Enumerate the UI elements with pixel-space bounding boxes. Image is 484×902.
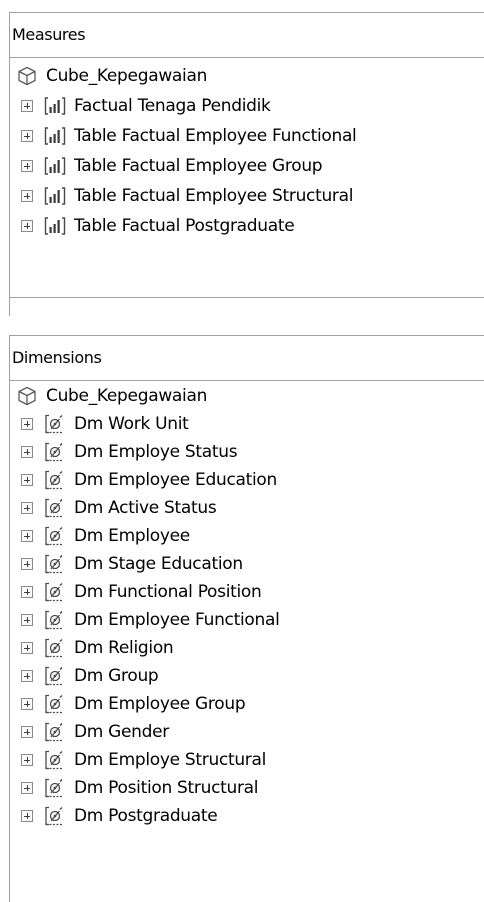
expand-plus-icon[interactable] — [21, 130, 33, 142]
expand-plus-icon[interactable] — [21, 530, 33, 542]
dimension-icon — [44, 442, 66, 462]
tree-node-label: Dm Stage Education — [74, 553, 243, 574]
expand-plus-icon[interactable] — [21, 160, 33, 172]
expand-plus-icon[interactable] — [21, 670, 33, 682]
dimension-icon — [44, 750, 66, 770]
expand-plus-icon[interactable] — [21, 502, 33, 514]
measure-group-icon — [44, 126, 66, 146]
tree-node[interactable]: Dm Stage Education — [17, 550, 484, 578]
tree-node-label: Cube_Kepegawaian — [46, 65, 208, 86]
tree-node-label: Table Factual Employee Structural — [74, 185, 354, 206]
tree-node[interactable]: Table Factual Employee Functional — [17, 121, 484, 151]
measure-group-icon — [44, 186, 66, 206]
dimension-icon — [44, 638, 66, 658]
tree-root-node[interactable]: Cube_Kepegawaian — [17, 61, 484, 91]
dimensions-panel: Dimensions Cube_Kepegawaian Dm Work Unit D… — [9, 335, 484, 902]
tree-node[interactable]: Dm Employe Status — [17, 438, 484, 466]
dimensions-tree[interactable]: Cube_Kepegawaian Dm Work Unit Dm Employe S… — [10, 381, 484, 830]
expand-plus-icon[interactable] — [21, 474, 33, 486]
measures-header: Measures — [10, 13, 484, 58]
expand-plus-icon[interactable] — [21, 418, 33, 430]
tree-node-label: Table Factual Postgraduate — [74, 215, 295, 236]
dimension-icon — [44, 498, 66, 518]
dimension-icon — [44, 806, 66, 826]
tree-node-label: Dm Employee — [74, 525, 190, 546]
expand-plus-icon[interactable] — [21, 754, 33, 766]
tree-node-label: Dm Postgraduate — [74, 805, 218, 826]
expand-plus-icon[interactable] — [21, 810, 33, 822]
expand-plus-icon[interactable] — [21, 726, 33, 738]
tree-node[interactable]: Dm Religion — [17, 634, 484, 662]
measure-group-icon — [44, 156, 66, 176]
measures-panel: Measures Cube_Kepegawaian Factual Tenaga … — [9, 12, 484, 298]
tree-node[interactable]: Dm Employee Education — [17, 466, 484, 494]
tree-node[interactable]: Dm Gender — [17, 718, 484, 746]
tree-node-label: Dm Employe Status — [74, 441, 238, 462]
expand-plus-icon[interactable] — [21, 220, 33, 232]
expand-plus-icon[interactable] — [21, 100, 33, 112]
tree-node[interactable]: Table Factual Employee Structural — [17, 181, 484, 211]
measures-tree[interactable]: Cube_Kepegawaian Factual Tenaga Pendidik T… — [10, 58, 484, 297]
tree-node-label: Dm Gender — [74, 721, 170, 742]
tree-node[interactable]: Dm Group — [17, 662, 484, 690]
tree-node-label: Dm Employee Functional — [74, 609, 280, 630]
expand-plus-icon[interactable] — [21, 586, 33, 598]
tree-node-label: Factual Tenaga Pendidik — [74, 95, 271, 116]
tree-node-label: Table Factual Employee Group — [74, 155, 323, 176]
measure-group-icon — [44, 216, 66, 236]
tree-node-label: Dm Work Unit — [74, 413, 189, 434]
tree-node-label: Dm Functional Position — [74, 581, 262, 602]
tree-node[interactable]: Dm Employe Structural — [17, 746, 484, 774]
dimension-icon — [44, 554, 66, 574]
tree-node-label: Table Factual Employee Functional — [74, 125, 357, 146]
tree-node[interactable]: Dm Functional Position — [17, 578, 484, 606]
dimension-icon — [44, 610, 66, 630]
tree-node-label: Dm Active Status — [74, 497, 217, 518]
expand-plus-icon[interactable] — [21, 642, 33, 654]
expand-plus-icon[interactable] — [21, 190, 33, 202]
dimension-icon — [44, 722, 66, 742]
tree-node[interactable]: Table Factual Postgraduate — [17, 211, 484, 241]
tree-node[interactable]: Dm Work Unit — [17, 410, 484, 438]
cube-icon — [17, 66, 37, 86]
tree-node[interactable]: Dm Postgraduate — [17, 802, 484, 830]
dimension-icon — [44, 694, 66, 714]
panel-divider — [9, 298, 10, 316]
tree-node[interactable]: Dm Employee — [17, 522, 484, 550]
tree-node[interactable]: Dm Employee Group — [17, 690, 484, 718]
measure-group-icon — [44, 96, 66, 116]
dimensions-header: Dimensions — [10, 336, 484, 381]
dimension-icon — [44, 526, 66, 546]
expand-plus-icon[interactable] — [21, 698, 33, 710]
tree-node-label: Dm Religion — [74, 637, 174, 658]
tree-root-node[interactable]: Cube_Kepegawaian — [17, 382, 484, 410]
tree-node[interactable]: Dm Employee Functional — [17, 606, 484, 634]
tree-node[interactable]: Factual Tenaga Pendidik — [17, 91, 484, 121]
tree-node[interactable]: Dm Active Status — [17, 494, 484, 522]
cube-icon — [17, 386, 37, 406]
tree-node-label: Dm Group — [74, 665, 159, 686]
tree-node-label: Dm Employee Education — [74, 469, 277, 490]
tree-node-label: Dm Position Structural — [74, 777, 259, 798]
dimension-icon — [44, 414, 66, 434]
dimension-icon — [44, 666, 66, 686]
expand-plus-icon[interactable] — [21, 446, 33, 458]
dimension-icon — [44, 470, 66, 490]
expand-plus-icon[interactable] — [21, 614, 33, 626]
tree-node[interactable]: Table Factual Employee Group — [17, 151, 484, 181]
tree-node-label: Dm Employe Structural — [74, 749, 267, 770]
dimension-icon — [44, 778, 66, 798]
expand-plus-icon[interactable] — [21, 558, 33, 570]
tree-node[interactable]: Dm Position Structural — [17, 774, 484, 802]
expand-plus-icon[interactable] — [21, 782, 33, 794]
dimension-icon — [44, 582, 66, 602]
tree-node-label: Dm Employee Group — [74, 693, 246, 714]
tree-node-label: Cube_Kepegawaian — [46, 385, 208, 406]
